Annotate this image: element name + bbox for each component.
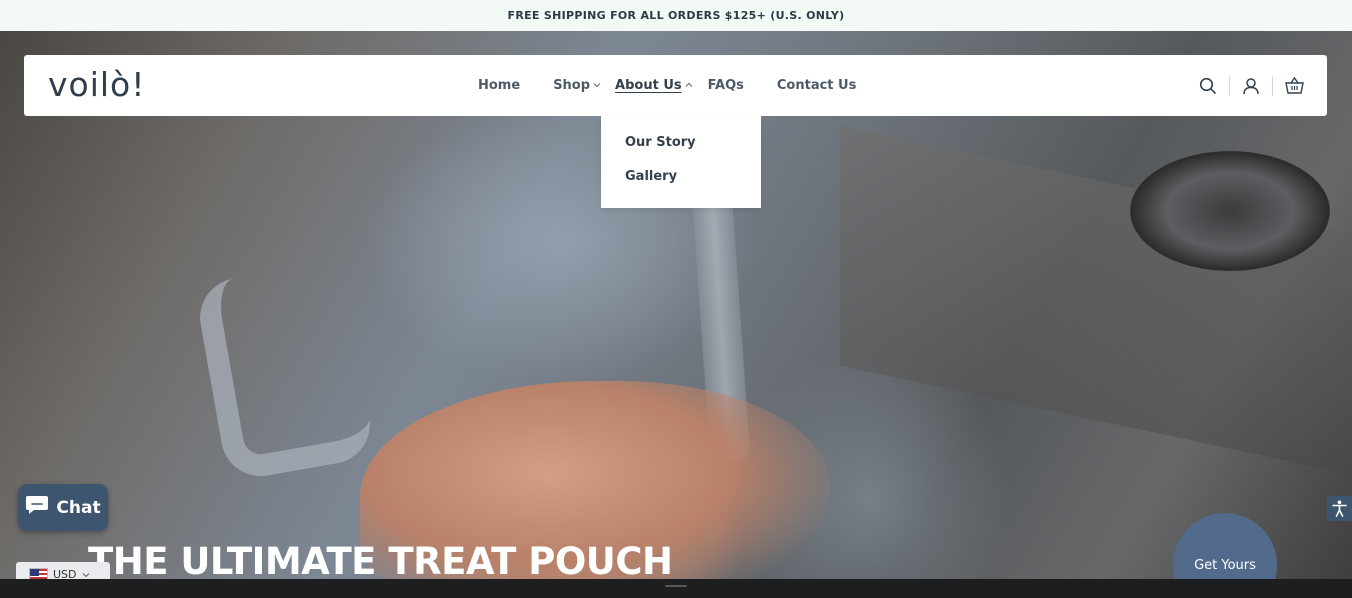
- about-us-dropdown: Our Story Gallery: [601, 116, 761, 208]
- nav-home[interactable]: Home: [478, 55, 520, 116]
- nav-about-us-label: About Us: [615, 78, 682, 93]
- search-icon[interactable]: [1197, 75, 1219, 97]
- nav-faqs[interactable]: FAQs: [708, 55, 744, 116]
- nav-home-label: Home: [478, 78, 521, 93]
- get-yours-label: Get Yours: [1194, 557, 1256, 573]
- header-divider: [1272, 75, 1273, 96]
- cart-icon[interactable]: [1283, 75, 1305, 97]
- chat-button[interactable]: Chat: [18, 484, 108, 531]
- chevron-down-icon: [593, 81, 601, 91]
- main-nav: Home Shop About Us FAQs Contact Us: [478, 55, 856, 116]
- chat-bubble-icon: [25, 494, 49, 521]
- nav-about-us[interactable]: About Us: [615, 55, 693, 116]
- nav-shop[interactable]: Shop: [553, 55, 601, 116]
- chevron-up-icon: [685, 81, 693, 91]
- announcement-bar: FREE SHIPPING FOR ALL ORDERS $125+ (U.S.…: [0, 0, 1352, 31]
- hero-bg-mold: [193, 259, 377, 483]
- dropdown-item-gallery[interactable]: Gallery: [625, 168, 737, 202]
- nav-contact-us[interactable]: Contact Us: [777, 55, 856, 116]
- nav-faqs-label: FAQs: [707, 78, 744, 93]
- bottom-bar: [0, 579, 1352, 598]
- site-header: voilò! Home Shop About Us FAQs Contact U…: [24, 55, 1327, 116]
- account-icon[interactable]: [1240, 75, 1262, 97]
- announcement-text: FREE SHIPPING FOR ALL ORDERS $125+ (U.S.…: [507, 9, 845, 22]
- hero-bg-fixture: [1130, 151, 1330, 271]
- accessibility-icon[interactable]: [1327, 496, 1352, 521]
- header-divider: [1229, 75, 1230, 96]
- site-logo[interactable]: voilò!: [48, 65, 145, 105]
- header-actions: [1197, 55, 1305, 116]
- chat-label: Chat: [56, 497, 101, 518]
- nav-shop-label: Shop: [553, 78, 591, 93]
- dropdown-item-our-story[interactable]: Our Story: [625, 134, 737, 168]
- drag-handle[interactable]: [665, 585, 687, 587]
- nav-contact-us-label: Contact Us: [776, 78, 857, 93]
